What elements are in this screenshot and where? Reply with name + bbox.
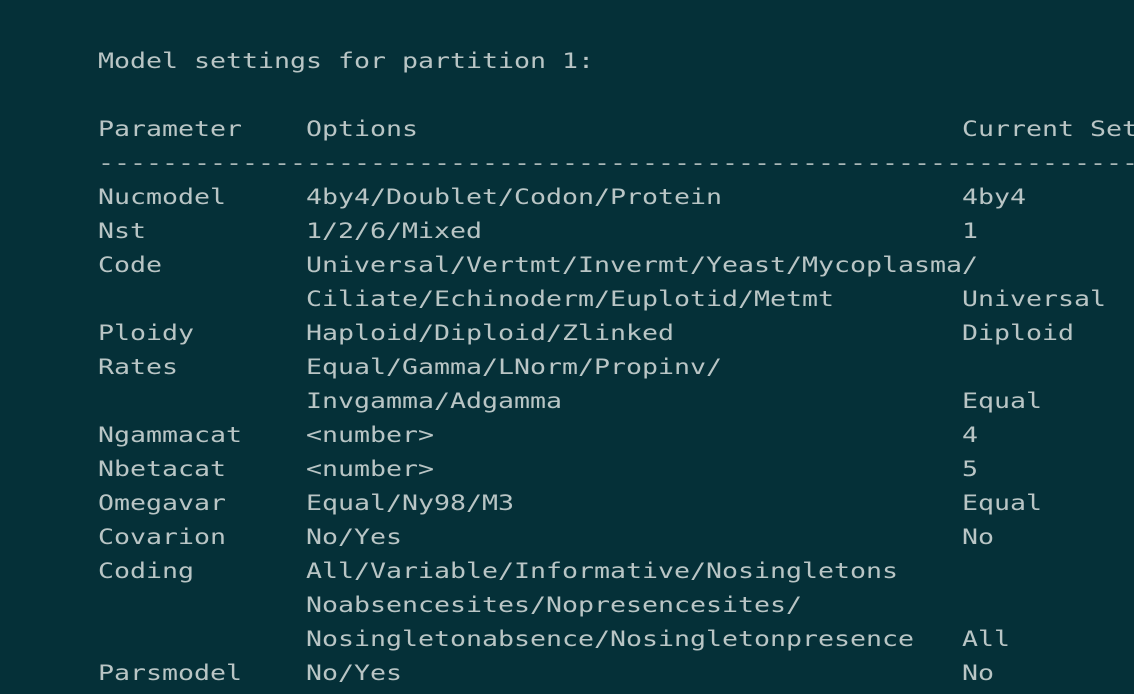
- row-text-code-2: Ciliate/Echinoderm/Euplotid/Metmt Univer…: [97, 287, 1106, 311]
- row-text-rates-1: Rates Equal/Gamma/LNorm/Propinv/: [97, 355, 722, 379]
- terminal-window: Model settings for partition 1: Paramete…: [0, 0, 1134, 694]
- title-text: Model settings for partition 1:: [97, 49, 594, 73]
- row-text-ploidy: Ploidy Haploid/Diploid/Zlinked Diploid: [97, 321, 1074, 345]
- column-headers-text: Parameter Options Current Setting: [97, 117, 1134, 141]
- row-text-nucmodel: Nucmodel 4by4/Doublet/Codon/Protein 4by4: [97, 185, 1026, 209]
- row-text-code-1: Code Universal/Vertmt/Invermt/Yeast/Myco…: [97, 253, 978, 277]
- row-text-coding-2: Noabsencesites/Nopresencesites/: [97, 593, 802, 617]
- row-text-rates-2: Invgamma/Adgamma Equal: [97, 389, 1042, 413]
- row-text-covarion: Covarion No/Yes No: [97, 525, 994, 549]
- top-rule-text: ----------------------------------------…: [97, 151, 1134, 175]
- row-text-ngammacat: Ngammacat <number> 4: [97, 423, 978, 447]
- terminal-line-title: Model settings for partition 1:: [0, 10, 970, 73]
- row-text-omegavar: Omegavar Equal/Ny98/M3 Equal: [97, 491, 1042, 515]
- row-text-nbetacat: Nbetacat <number> 5: [97, 457, 978, 481]
- row-text-coding-1: Coding All/Variable/Informative/Nosingle…: [97, 559, 898, 583]
- row-text-coding-3: Nosingletonabsence/Nosingletonpresence A…: [97, 627, 1010, 651]
- bottom-rule-text: ----------------------------------------…: [98, 690, 1134, 694]
- row-text-nst: Nst 1/2/6/Mixed 1: [97, 219, 978, 243]
- terminal-screen: Model settings for partition 1: Paramete…: [0, 0, 1134, 690]
- row-text-parsmodel: Parsmodel No/Yes No: [97, 661, 994, 685]
- terminal-line-column-headers: Parameter Options Current Setting: [0, 78, 1134, 141]
